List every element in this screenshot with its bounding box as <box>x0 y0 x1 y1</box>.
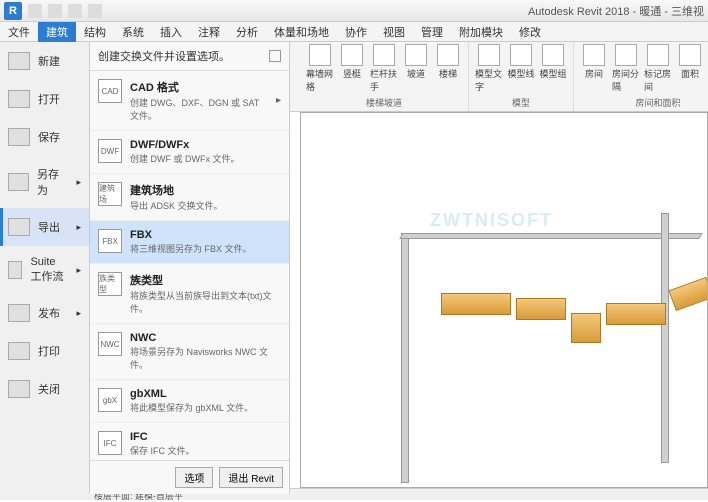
export-item-CAD 格式[interactable]: CADCAD 格式创建 DWG、DXF、DGN 或 SAT 文件。▸ <box>90 71 289 131</box>
duct-segment <box>606 303 666 325</box>
ribbon-group-楼梯坡道: 幕墙网格竖梃栏杆扶手坡道楼梯楼梯坡道 <box>300 42 469 111</box>
export-icon <box>8 218 30 236</box>
app-logo: R <box>4 2 22 20</box>
ribbon-group-房间和面积: 房间房间分隔标记房间面积面积图例房间和面积 <box>574 42 708 111</box>
ribbon-cmd-模型线[interactable]: 模型线 <box>507 44 535 80</box>
close-icon <box>8 380 30 398</box>
export-item-FBX[interactable]: FBXFBX将三维视图另存为 FBX 文件。 <box>90 221 289 264</box>
exit-revit-button[interactable]: 退出 Revit <box>219 467 283 488</box>
menu-修改[interactable]: 修改 <box>511 22 549 42</box>
export-item-族类型[interactable]: 族类型族类型将族类型从当前族导出到文本(txt)文件。 <box>90 264 289 324</box>
ribbon-cmd-房间分隔[interactable]: 房间分隔 <box>612 44 640 93</box>
chevron-right-icon: ▸ <box>76 308 81 319</box>
export-icon-NWC: NWC <box>98 332 122 356</box>
export-list: CADCAD 格式创建 DWG、DXF、DGN 或 SAT 文件。▸DWFDWF… <box>90 71 289 460</box>
export-item-gbXML[interactable]: gbXgbXML将此模型保存为 gbXML 文件。 <box>90 380 289 423</box>
options-button[interactable]: 选项 <box>175 467 213 488</box>
filemenu-close[interactable]: 关闭 <box>0 370 89 408</box>
ribbon-cmd-坡道[interactable]: 坡道 <box>402 44 430 80</box>
chevron-right-icon: ▸ <box>76 265 81 276</box>
export-icon-IFC: IFC <box>98 431 122 455</box>
export-item-建筑场地[interactable]: 建筑场建筑场地导出 ADSK 交换文件。 <box>90 174 289 221</box>
duct-segment <box>571 313 601 343</box>
menu-结构[interactable]: 结构 <box>76 22 114 42</box>
export-header-text: 创建交换文件并设置选项。 <box>98 48 230 64</box>
filemenu-save[interactable]: 保存 <box>0 118 89 156</box>
ribbon-cmd-标记房间[interactable]: 标记房间 <box>644 44 672 93</box>
menu-bar: 文件建筑结构系统插入注释分析体量和场地协作视图管理附加模块修改 <box>0 22 708 42</box>
filemenu-publish[interactable]: 发布▸ <box>0 294 89 332</box>
new-icon <box>8 52 30 70</box>
menu-插入[interactable]: 插入 <box>152 22 190 42</box>
chevron-right-icon: ▸ <box>276 95 281 106</box>
menu-视图[interactable]: 视图 <box>375 22 413 42</box>
menu-文件[interactable]: 文件 <box>0 22 38 42</box>
menu-协作[interactable]: 协作 <box>337 22 375 42</box>
duct-segment <box>441 293 511 315</box>
qat-redo-icon[interactable] <box>88 4 102 18</box>
chevron-right-icon: ▸ <box>76 177 81 188</box>
menu-注释[interactable]: 注释 <box>190 22 228 42</box>
duct-segment <box>668 277 708 311</box>
export-icon-族类型: 族类型 <box>98 272 122 296</box>
menu-附加模块[interactable]: 附加模块 <box>451 22 511 42</box>
menu-管理[interactable]: 管理 <box>413 22 451 42</box>
ribbon-cmd-面积[interactable]: 面积 <box>676 44 704 80</box>
ribbon-cmd-幕墙网格[interactable]: 幕墙网格 <box>306 44 334 93</box>
export-header: 创建交换文件并设置选项。 <box>90 42 289 71</box>
pin-icon[interactable] <box>269 50 281 62</box>
ribbon-cmd-竖梃[interactable]: 竖梃 <box>338 44 366 80</box>
title-bar: R Autodesk Revit 2018 - 暖通 - 三维视 <box>0 0 708 22</box>
suite-icon <box>8 261 22 279</box>
filemenu-print[interactable]: 打印 <box>0 332 89 370</box>
filemenu-saveas[interactable]: 另存为▸ <box>0 156 89 208</box>
menu-建筑[interactable]: 建筑 <box>38 22 76 42</box>
export-icon-建筑场地: 建筑场 <box>98 182 122 206</box>
filemenu-open[interactable]: 打开 <box>0 80 89 118</box>
export-item-DWF/DWFx[interactable]: DWFDWF/DWFx创建 DWF 或 DWFx 文件。 <box>90 131 289 174</box>
duct-segment <box>516 298 566 320</box>
menu-分析[interactable]: 分析 <box>228 22 266 42</box>
qat-undo-icon[interactable] <box>68 4 82 18</box>
viewport-3d[interactable] <box>300 112 708 488</box>
print-icon <box>8 342 30 360</box>
export-footer: 选项 退出 Revit <box>90 460 289 494</box>
ribbon-cmd-模型文字[interactable]: 模型文字 <box>475 44 503 93</box>
ribbon-group-模型: 模型文字模型线模型组模型 <box>469 42 574 111</box>
qat-save-icon[interactable] <box>48 4 62 18</box>
export-icon-gbXML: gbX <box>98 388 122 412</box>
saveas-icon <box>8 173 29 191</box>
export-icon-FBX: FBX <box>98 229 122 253</box>
file-menu-panel: 新建打开保存另存为▸导出▸Suite 工作流▸发布▸打印关闭 <box>0 42 90 494</box>
export-item-NWC[interactable]: NWCNWC将场景另存为 Navisworks NWC 文件。 <box>90 324 289 380</box>
ribbon-cmd-楼梯[interactable]: 楼梯 <box>434 44 462 80</box>
quick-access-toolbar[interactable] <box>28 4 102 18</box>
export-submenu-panel: 创建交换文件并设置选项。 CADCAD 格式创建 DWG、DXF、DGN 或 S… <box>90 42 290 494</box>
filemenu-suite[interactable]: Suite 工作流▸ <box>0 246 89 294</box>
filemenu-new[interactable]: 新建 <box>0 42 89 80</box>
chevron-right-icon: ▸ <box>76 222 81 233</box>
menu-体量和场地[interactable]: 体量和场地 <box>266 22 337 42</box>
save-icon <box>8 128 30 146</box>
watermark: ZWTNISOFT <box>430 210 553 231</box>
menu-系统[interactable]: 系统 <box>114 22 152 42</box>
export-item-IFC[interactable]: IFCIFC保存 IFC 文件。 <box>90 423 289 460</box>
open-icon <box>8 90 30 108</box>
window-title: Autodesk Revit 2018 - 暖通 - 三维视 <box>528 3 704 19</box>
publish-icon <box>8 304 30 322</box>
ribbon-cmd-栏杆扶手[interactable]: 栏杆扶手 <box>370 44 398 93</box>
ribbon-cmd-模型组[interactable]: 模型组 <box>539 44 567 80</box>
export-icon-DWF/DWFx: DWF <box>98 139 122 163</box>
filemenu-export[interactable]: 导出▸ <box>0 208 89 246</box>
qat-open-icon[interactable] <box>28 4 42 18</box>
export-icon-CAD 格式: CAD <box>98 79 122 103</box>
ribbon-cmd-房间[interactable]: 房间 <box>580 44 608 80</box>
